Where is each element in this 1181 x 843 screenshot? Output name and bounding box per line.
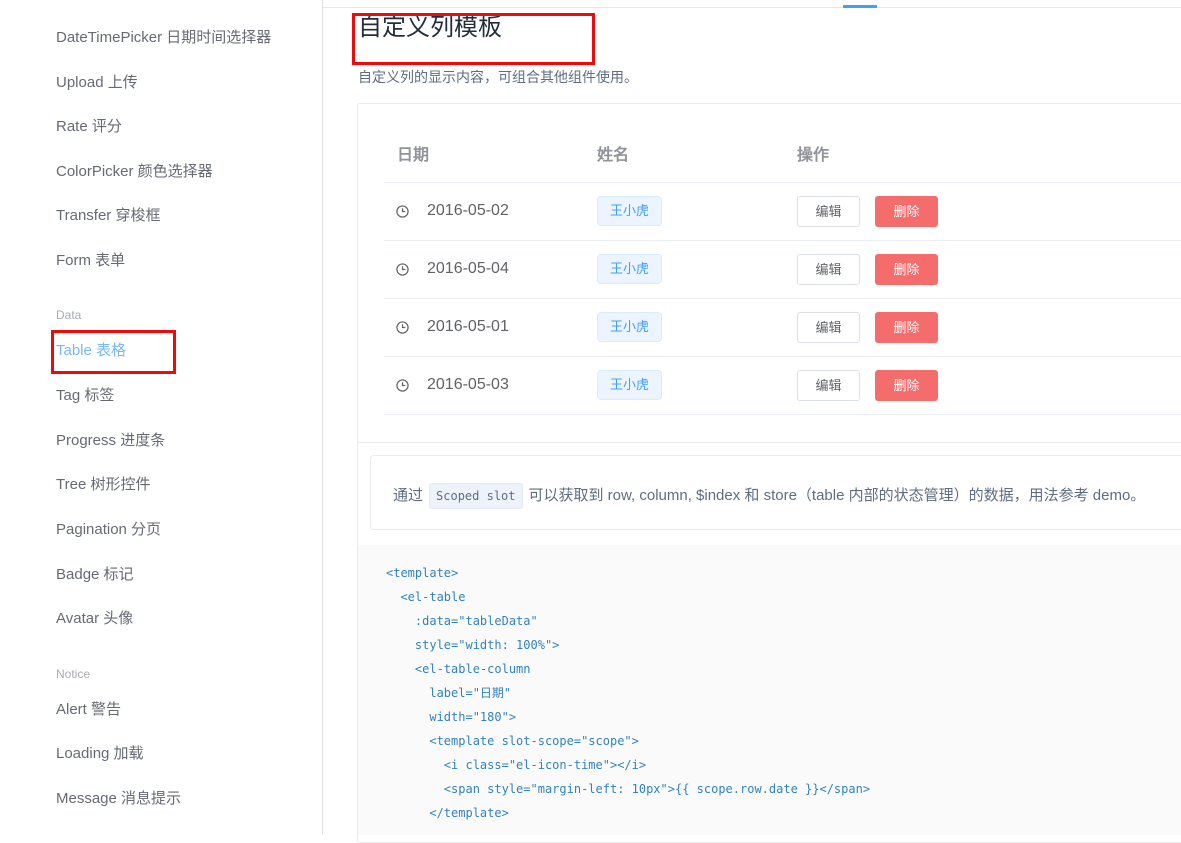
table-row-date-cell: 2016-05-01 [396,317,509,337]
delete-button[interactable]: 删除 [875,254,938,285]
code-line: </template> [386,806,509,820]
table-divider [384,182,1181,183]
date-value: 2016-05-02 [427,202,509,219]
tip-prefix: 通过 [393,486,424,504]
sidebar-group-notice: Notice [56,667,91,681]
sidebar-item-upload[interactable]: Upload 上传 [56,73,138,93]
code-line: <i class="el-icon-time"></i> [386,758,647,772]
sidebar-item-form[interactable]: Form 表单 [56,251,125,271]
clock-icon [396,204,409,218]
table-divider [384,414,1181,415]
sidebar-item-colorpicker[interactable]: ColorPicker 颜色选择器 [56,162,213,182]
code-line: <template> [386,566,459,580]
sidebar-item-message[interactable]: Message 消息提示 [56,789,181,809]
column-header-date: 日期 [397,147,430,164]
name-tag: 王小虎 [597,312,662,342]
name-tag: 王小虎 [597,370,662,400]
sidebar-item-tag[interactable]: Tag 标签 [56,386,114,406]
table-divider [384,240,1181,241]
code-line: :data="tableData" [386,614,538,628]
active-tab-indicator [843,5,877,8]
date-value: 2016-05-03 [427,376,509,393]
clock-icon [396,378,409,392]
code-line: <el-table [386,590,466,604]
name-tag: 王小虎 [597,196,662,226]
code-line: width="180"> [386,710,517,724]
highlight-box-table [51,330,176,374]
date-value: 2016-05-04 [427,260,509,277]
tip-code: Scoped slot [429,483,523,509]
table-divider [384,356,1181,357]
table-row-date-cell: 2016-05-02 [396,201,509,221]
sidebar-nav: DateTimePicker 日期时间选择器 Upload 上传 Rate 评分… [0,0,323,834]
code-line: style="width: 100%"> [386,638,560,652]
sidebar-item-progress[interactable]: Progress 进度条 [56,431,165,451]
sidebar-item-datetimepicker[interactable]: DateTimePicker 日期时间选择器 [56,28,271,48]
sidebar-item-badge[interactable]: Badge 标记 [56,565,134,585]
sidebar-item-transfer[interactable]: Transfer 穿梭框 [56,206,160,226]
clock-icon [396,320,409,334]
highlight-box-title [352,13,595,65]
name-tag: 王小虎 [597,254,662,284]
tip-text: 通过 Scoped slot 可以获取到 row, column, $index 和… [393,483,1145,509]
column-header-actions: 操作 [797,147,830,164]
delete-button[interactable]: 删除 [875,196,938,227]
sidebar-item-rate[interactable]: Rate 评分 [56,117,122,137]
edit-button[interactable]: 编辑 [797,370,860,401]
sidebar-item-tree[interactable]: Tree 树形控件 [56,475,150,495]
code-line: <el-table-column [386,662,531,676]
code-line: <span style="margin-left: 10px">{{ scope… [386,782,871,796]
sidebar-item-pagination[interactable]: Pagination 分页 [56,520,161,540]
tip-suffix: 可以获取到 row, column, $index 和 store（table … [528,486,1146,504]
delete-button[interactable]: 删除 [875,312,938,343]
date-value: 2016-05-01 [427,318,509,335]
table-divider [384,298,1181,299]
edit-button[interactable]: 编辑 [797,254,860,285]
code-line: label="日期" [386,686,512,700]
clock-icon [396,262,409,276]
demo-divider [358,442,1181,443]
delete-button[interactable]: 删除 [875,370,938,401]
table-row-date-cell: 2016-05-03 [396,375,509,395]
edit-button[interactable]: 编辑 [797,312,860,343]
sidebar-item-loading[interactable]: Loading 加载 [56,744,144,764]
code-line: <template slot-scope="scope"> [386,734,639,748]
sidebar-item-alert[interactable]: Alert 警告 [56,700,121,720]
sidebar-group-data: Data [56,308,82,322]
edit-button[interactable]: 编辑 [797,196,860,227]
table-row-date-cell: 2016-05-04 [396,259,509,279]
column-header-name: 姓名 [597,147,630,164]
sidebar-item-avatar[interactable]: Avatar 头像 [56,609,133,629]
page-description: 自定义列的显示内容，可组合其他组件使用。 [358,69,638,85]
